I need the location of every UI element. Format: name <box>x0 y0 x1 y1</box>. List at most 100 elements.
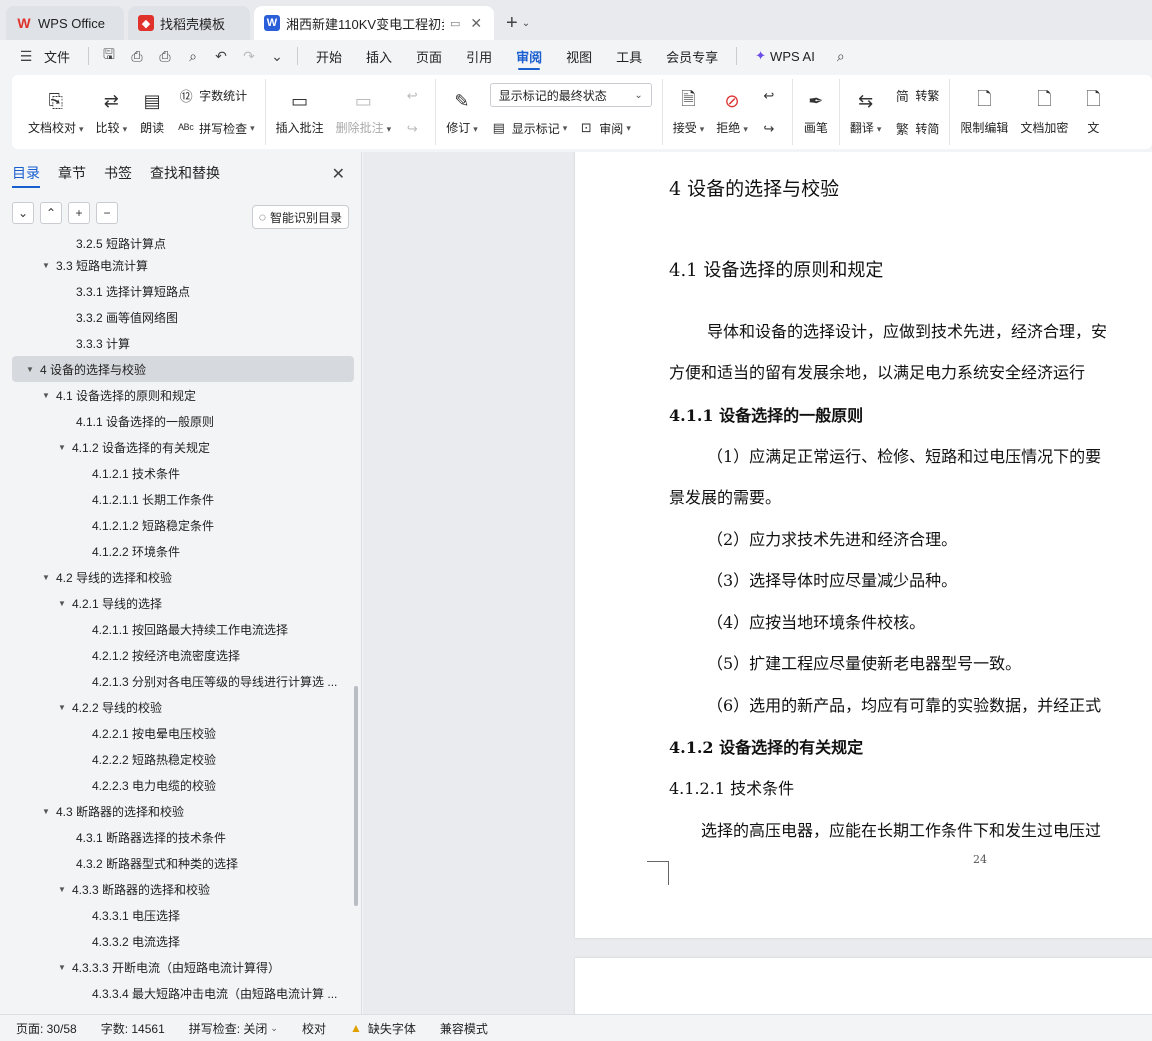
expand-toggle-icon[interactable]: ▼ <box>56 963 68 972</box>
toc-item[interactable]: 4.3.3.4 最大短路冲击电流（由短路电流计算 ... <box>12 980 354 1006</box>
read-aloud-button[interactable]: ▤ 朗读 <box>133 79 171 145</box>
compare-button[interactable]: ⇄ 比较 ▾ <box>90 79 134 145</box>
toc-item[interactable]: ▼ 4.2.1 导线的选择 <box>12 590 354 616</box>
tab-bookmarks[interactable]: 书签 <box>104 152 132 194</box>
toc-item[interactable]: 4.2.1.1 按回路最大持续工作电流选择 <box>12 616 354 642</box>
smart-toc-button[interactable]: ◌ 智能识别目录 <box>251 205 349 229</box>
expand-toggle-icon[interactable]: ▼ <box>40 261 52 270</box>
document-page[interactable]: 24 4 设备的选择与校验 4.1 设备选择的原则和规定 导体和设备的选择设计，应做… <box>575 152 1152 938</box>
delete-comment-button[interactable]: ▭ 删除批注 ▾ <box>330 79 398 145</box>
encrypt-button[interactable]: 🗋 文档加密 <box>1014 79 1074 145</box>
previous-change-button[interactable]: ↩ <box>760 83 782 109</box>
toc-item[interactable]: 4.2.1.3 分别对各电压等级的导线进行计算选 ... <box>12 668 354 694</box>
next-change-button[interactable]: ↪ <box>760 116 782 142</box>
new-tab-button[interactable]: + ⌄ <box>498 6 538 40</box>
toc-item[interactable]: ▼ 4.1.2 设备选择的有关规定 <box>12 434 354 460</box>
redo-icon[interactable]: ↷ <box>235 42 263 70</box>
expand-toggle-icon[interactable]: ▼ <box>56 885 68 894</box>
toc-item[interactable]: ▼ 4.3.3 断路器的选择和校验 <box>12 876 354 902</box>
wps-ai-button[interactable]: ✦ WPS AI <box>743 40 827 72</box>
expand-down-icon[interactable]: ⌄ <box>12 202 34 224</box>
expand-toggle-icon[interactable]: ▼ <box>40 391 52 400</box>
to-traditional-button[interactable]: 简转繁 <box>893 83 940 109</box>
toc-item[interactable]: 4.3.3.1 电压选择 <box>12 902 354 928</box>
next-comment-button[interactable]: ↪ <box>403 116 425 142</box>
menu-review[interactable]: 审阅 <box>504 40 554 72</box>
search-icon[interactable]: ⌕ <box>827 42 855 70</box>
spell-check-button[interactable]: ᴬᴮᶜ 拼写检查 ▾ <box>177 116 255 142</box>
restrict-edit-button[interactable]: 🗋 限制编辑 <box>954 79 1014 145</box>
next-page[interactable] <box>575 958 1152 1014</box>
toc-item[interactable]: 4.1.2.1.2 短路稳定条件 <box>12 512 354 538</box>
insert-comment-button[interactable]: ▭ 插入批注 <box>270 79 330 145</box>
toc-item[interactable]: ▼ 4.1 设备选择的原则和规定 <box>12 382 354 408</box>
chevron-down-icon[interactable]: ⌄ <box>522 18 530 29</box>
review-pane-button[interactable]: ⊡ 审阅 ▾ <box>577 115 631 141</box>
expand-toggle-icon[interactable]: ▼ <box>40 807 52 816</box>
toc-item[interactable]: 3.3.1 选择计算短路点 <box>12 278 354 304</box>
print-icon[interactable]: ⎙ <box>151 42 179 70</box>
hamburger-menu-icon[interactable]: ☰ <box>12 42 40 70</box>
toc-item[interactable]: 4.2.2.3 电力电缆的校验 <box>12 772 354 798</box>
toc-item[interactable]: ▼ 4.2.2 导线的校验 <box>12 694 354 720</box>
to-simplified-button[interactable]: 繁转简 <box>893 116 940 142</box>
toc-item[interactable]: 3.2.5 短路计算点 <box>12 238 354 252</box>
accept-button[interactable]: 🗎 接受 ▾ <box>667 79 711 145</box>
toc-item[interactable]: ▼ 4.3.3.3 开断电流（由短路电流计算得） <box>12 954 354 980</box>
expand-toggle-icon[interactable]: ▼ <box>40 573 52 582</box>
toc-item[interactable]: 4.3.1 断路器选择的技术条件 <box>12 824 354 850</box>
expand-toggle-icon[interactable]: ▼ <box>56 443 68 452</box>
expand-toggle-icon[interactable]: ▼ <box>56 599 68 608</box>
close-tab-icon[interactable]: ✕ <box>470 15 482 32</box>
toc-item[interactable]: 4.3.2 断路器型式和种类的选择 <box>12 850 354 876</box>
tab-chapters[interactable]: 章节 <box>58 152 86 194</box>
close-panel-icon[interactable]: ✕ <box>332 164 345 184</box>
show-markup-button[interactable]: ▤ 显示标记 ▾ <box>490 115 568 141</box>
previous-comment-button[interactable]: ↩ <box>403 83 425 109</box>
track-changes-button[interactable]: ✎ 修订 ▾ <box>440 79 484 145</box>
print-preview-icon[interactable]: ⌕ <box>179 42 207 70</box>
spell-check-status[interactable]: 拼写检查: 关闭 ⌄ <box>189 1020 278 1037</box>
more-doc-button[interactable]: 🗋 文 <box>1074 79 1106 145</box>
menu-tools[interactable]: 工具 <box>604 40 654 72</box>
toc-item[interactable]: 4.2.2.1 按电晕电压校验 <box>12 720 354 746</box>
doc-proof-button[interactable]: ⎘ 文档校对 ▾ <box>22 79 90 145</box>
toc-item[interactable]: 3.3.2 画等值网络图 <box>12 304 354 330</box>
quick-access-dropdown-icon[interactable]: ⌄ <box>263 42 291 70</box>
reject-button[interactable]: ⊘ 拒绝 ▾ <box>710 79 754 145</box>
toc-item[interactable]: 4.1.1 设备选择的一般原则 <box>12 408 354 434</box>
tab-toc[interactable]: 目录 <box>12 152 40 194</box>
toc-item[interactable]: 4.1.2.1 技术条件 <box>12 460 354 486</box>
remove-heading-icon[interactable]: − <box>96 202 118 224</box>
word-count-indicator[interactable]: 字数: 14561 <box>101 1020 165 1037</box>
collapse-up-icon[interactable]: ⌃ <box>40 202 62 224</box>
expand-toggle-icon[interactable]: ▼ <box>56 703 68 712</box>
markup-state-select[interactable]: 显示标记的最终状态 ⌄ <box>489 83 652 107</box>
toc-item[interactable]: 3.3.3 计算 <box>12 330 354 356</box>
toc-item[interactable]: ▼ 4.3 断路器的选择和校验 <box>12 798 354 824</box>
toc-item[interactable]: 4.1.2.2 环境条件 <box>12 538 354 564</box>
tab-wps-office[interactable]: W WPS Office <box>6 6 124 40</box>
proof-status[interactable]: 校对 <box>302 1020 326 1037</box>
menu-insert[interactable]: 插入 <box>354 40 404 72</box>
monitor-icon[interactable]: ▭ <box>450 17 460 30</box>
tab-find-replace[interactable]: 查找和替换 <box>150 152 220 194</box>
add-heading-icon[interactable]: + <box>68 202 90 224</box>
toc-item[interactable]: ▼ 3.3 短路电流计算 <box>12 252 354 278</box>
missing-font-status[interactable]: ▲ 缺失字体 <box>350 1020 416 1037</box>
toc-item[interactable]: 4.2.2.2 短路热稳定校验 <box>12 746 354 772</box>
menu-file[interactable]: 文件 <box>40 40 82 72</box>
export-icon[interactable]: ⎙ <box>123 42 151 70</box>
word-count-button[interactable]: ⑫ 字数统计 <box>177 83 255 109</box>
toc-item[interactable]: ▼ 4 设备的选择与校验 <box>12 356 354 382</box>
toc-item[interactable]: 4.1.2.1.1 长期工作条件 <box>12 486 354 512</box>
tab-docer-templates[interactable]: ◆ 找稻壳模板 <box>128 6 250 40</box>
undo-icon[interactable]: ↶ <box>207 42 235 70</box>
expand-toggle-icon[interactable]: ▼ <box>24 365 36 374</box>
menu-membership[interactable]: 会员专享 <box>654 40 730 72</box>
toc-item[interactable]: 4.2.1.2 按经济电流密度选择 <box>12 642 354 668</box>
menu-view[interactable]: 视图 <box>554 40 604 72</box>
save-icon[interactable]: 🖫 <box>95 42 123 70</box>
menu-home[interactable]: 开始 <box>304 40 354 72</box>
menu-references[interactable]: 引用 <box>454 40 504 72</box>
